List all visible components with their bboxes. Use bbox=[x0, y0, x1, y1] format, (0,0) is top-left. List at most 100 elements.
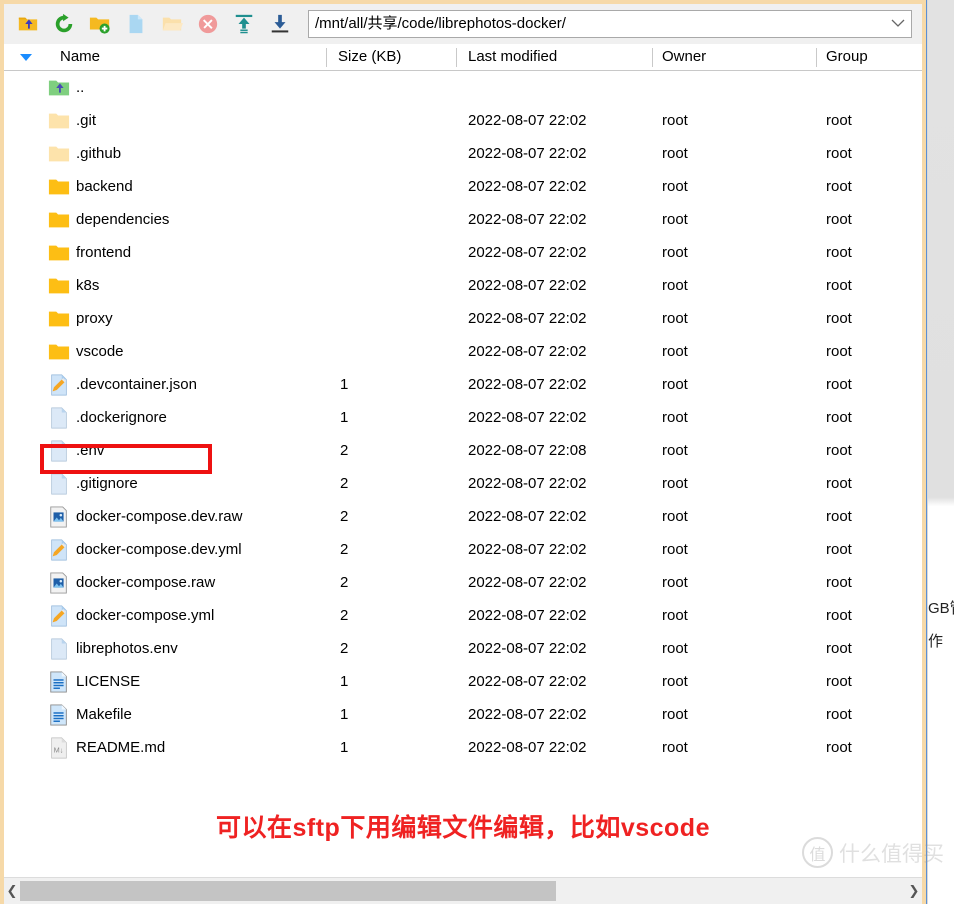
file-group: root bbox=[826, 409, 852, 426]
file-size bbox=[340, 302, 380, 335]
table-row[interactable]: docker-compose.raw 2 2022-08-07 22:02 root r… bbox=[4, 566, 922, 599]
file-name: .dockerignore bbox=[76, 409, 167, 426]
file-size: 1 bbox=[340, 409, 349, 426]
file-owner: root bbox=[662, 475, 688, 492]
file-owner: root bbox=[662, 277, 688, 294]
table-row[interactable]: Makefile 1 2022-08-07 22:02 root root bbox=[4, 698, 922, 731]
download-icon bbox=[269, 13, 291, 35]
file-name: docker-compose.raw bbox=[76, 574, 216, 591]
file-modified: 2022-08-07 22:02 bbox=[468, 277, 587, 294]
file-name: backend bbox=[76, 178, 133, 195]
folder-icon bbox=[48, 242, 70, 264]
file-owner: root bbox=[662, 112, 688, 129]
background-text-line2: 作 bbox=[928, 633, 944, 650]
table-row[interactable]: backend 2022-08-07 22:02 root root bbox=[4, 170, 922, 203]
file-name: LICENSE bbox=[76, 673, 141, 690]
table-row[interactable]: docker-compose.dev.yml 2 2022-08-07 22:02 r… bbox=[4, 533, 922, 566]
column-separator-3[interactable] bbox=[652, 48, 653, 67]
column-separator-1[interactable] bbox=[326, 48, 327, 67]
table-row[interactable]: docker-compose.dev.raw 2 2022-08-07 22:02 r… bbox=[4, 500, 922, 533]
new-file-button[interactable] bbox=[118, 8, 154, 40]
file-owner: root bbox=[662, 739, 688, 756]
refresh-button[interactable] bbox=[46, 8, 82, 40]
file-name: Makefile bbox=[76, 706, 132, 723]
file-modified: 2022-08-07 22:02 bbox=[468, 640, 587, 657]
table-row[interactable]: frontend 2022-08-07 22:02 root root bbox=[4, 236, 922, 269]
table-row[interactable]: M↓ README.md 1 2022-08-07 22:02 root root bbox=[4, 731, 922, 764]
file-name: .gitignore bbox=[76, 475, 138, 492]
file-plain-icon bbox=[48, 407, 70, 429]
scroll-right-arrow-icon[interactable]: ❯ bbox=[906, 878, 922, 904]
file-owner: root bbox=[662, 211, 688, 228]
open-folder-button[interactable] bbox=[154, 8, 190, 40]
table-row[interactable]: LICENSE 1 2022-08-07 22:02 root root bbox=[4, 665, 922, 698]
file-modified: 2022-08-07 22:02 bbox=[468, 145, 587, 162]
upload-button[interactable] bbox=[226, 8, 262, 40]
chevron-down-icon bbox=[891, 15, 905, 33]
file-name: .devcontainer.json bbox=[76, 376, 197, 393]
column-separator-2[interactable] bbox=[456, 48, 457, 67]
sort-descending-caret-icon[interactable] bbox=[20, 54, 32, 61]
file-name: README.md bbox=[76, 739, 166, 756]
file-owner: root bbox=[662, 376, 688, 393]
table-row[interactable]: vscode 2022-08-07 22:02 root root bbox=[4, 335, 922, 368]
file-modified: 2022-08-07 22:02 bbox=[468, 244, 587, 261]
download-button[interactable] bbox=[262, 8, 298, 40]
table-row[interactable]: .env 2 2022-08-07 22:08 root root bbox=[4, 434, 922, 467]
file-owner: root bbox=[662, 343, 688, 360]
file-modified: 2022-08-07 22:02 bbox=[468, 475, 587, 492]
file-group: root bbox=[826, 376, 852, 393]
path-dropdown-button[interactable] bbox=[889, 15, 907, 33]
folder-icon bbox=[48, 209, 70, 231]
column-header-name[interactable]: Name bbox=[60, 44, 100, 70]
file-edit-icon bbox=[48, 539, 70, 561]
table-row[interactable]: .github 2022-08-07 22:02 root root bbox=[4, 137, 922, 170]
file-modified: 2022-08-07 22:02 bbox=[468, 211, 587, 228]
open-folder-icon bbox=[161, 13, 183, 35]
file-modified: 2022-08-07 22:02 bbox=[468, 409, 587, 426]
table-row[interactable]: proxy 2022-08-07 22:02 root root bbox=[4, 302, 922, 335]
file-owner: root bbox=[662, 244, 688, 261]
column-header-size[interactable]: Size (KB) bbox=[338, 44, 401, 70]
file-group: root bbox=[826, 475, 852, 492]
table-row[interactable]: .git 2022-08-07 22:02 root root bbox=[4, 104, 922, 137]
file-edit-icon bbox=[48, 374, 70, 396]
new-folder-button[interactable] bbox=[82, 8, 118, 40]
column-separator-4[interactable] bbox=[816, 48, 817, 67]
table-row[interactable]: dependencies 2022-08-07 22:02 root root bbox=[4, 203, 922, 236]
scroll-left-arrow-icon[interactable]: ❮ bbox=[4, 878, 20, 904]
table-row[interactable]: .dockerignore 1 2022-08-07 22:02 root root bbox=[4, 401, 922, 434]
delete-button[interactable] bbox=[190, 8, 226, 40]
file-group: root bbox=[826, 673, 852, 690]
path-bar[interactable]: /mnt/all/共享/code/librephotos-docker/ bbox=[308, 10, 912, 38]
upload-icon bbox=[233, 13, 255, 35]
file-name: docker-compose.yml bbox=[76, 607, 215, 624]
file-owner: root bbox=[662, 541, 688, 558]
column-header-owner[interactable]: Owner bbox=[662, 44, 706, 70]
file-list[interactable]: .. .git 2022-08-07 22:02 root root .github 202… bbox=[4, 71, 922, 874]
file-modified: 2022-08-07 22:02 bbox=[468, 541, 587, 558]
table-row[interactable]: .gitignore 2 2022-08-07 22:02 root root bbox=[4, 467, 922, 500]
table-row[interactable]: docker-compose.yml 2 2022-08-07 22:02 root r… bbox=[4, 599, 922, 632]
column-header-modified[interactable]: Last modified bbox=[468, 44, 557, 70]
scrollbar-track[interactable] bbox=[20, 881, 906, 901]
table-row[interactable]: librephotos.env 2 2022-08-07 22:02 root root bbox=[4, 632, 922, 665]
file-name: librephotos.env bbox=[76, 640, 178, 657]
file-md-icon: M↓ bbox=[48, 737, 70, 759]
parent-folder-button[interactable] bbox=[10, 8, 46, 40]
file-owner: root bbox=[662, 574, 688, 591]
table-row[interactable]: k8s 2022-08-07 22:02 root root bbox=[4, 269, 922, 302]
column-header-group[interactable]: Group bbox=[826, 44, 868, 70]
file-owner: root bbox=[662, 178, 688, 195]
file-size: 2 bbox=[340, 442, 349, 459]
table-row[interactable]: .. bbox=[4, 71, 922, 104]
parent-folder-icon bbox=[17, 13, 39, 35]
file-size: 2 bbox=[340, 640, 349, 657]
path-input[interactable]: /mnt/all/共享/code/librephotos-docker/ bbox=[315, 11, 889, 37]
horizontal-scrollbar[interactable]: ❮ ❯ bbox=[4, 877, 922, 904]
scrollbar-thumb[interactable] bbox=[20, 881, 557, 901]
file-plain-icon bbox=[48, 473, 70, 495]
table-row[interactable]: .devcontainer.json 1 2022-08-07 22:02 root r… bbox=[4, 368, 922, 401]
file-name: docker-compose.dev.raw bbox=[76, 508, 243, 525]
file-name: k8s bbox=[76, 277, 100, 294]
